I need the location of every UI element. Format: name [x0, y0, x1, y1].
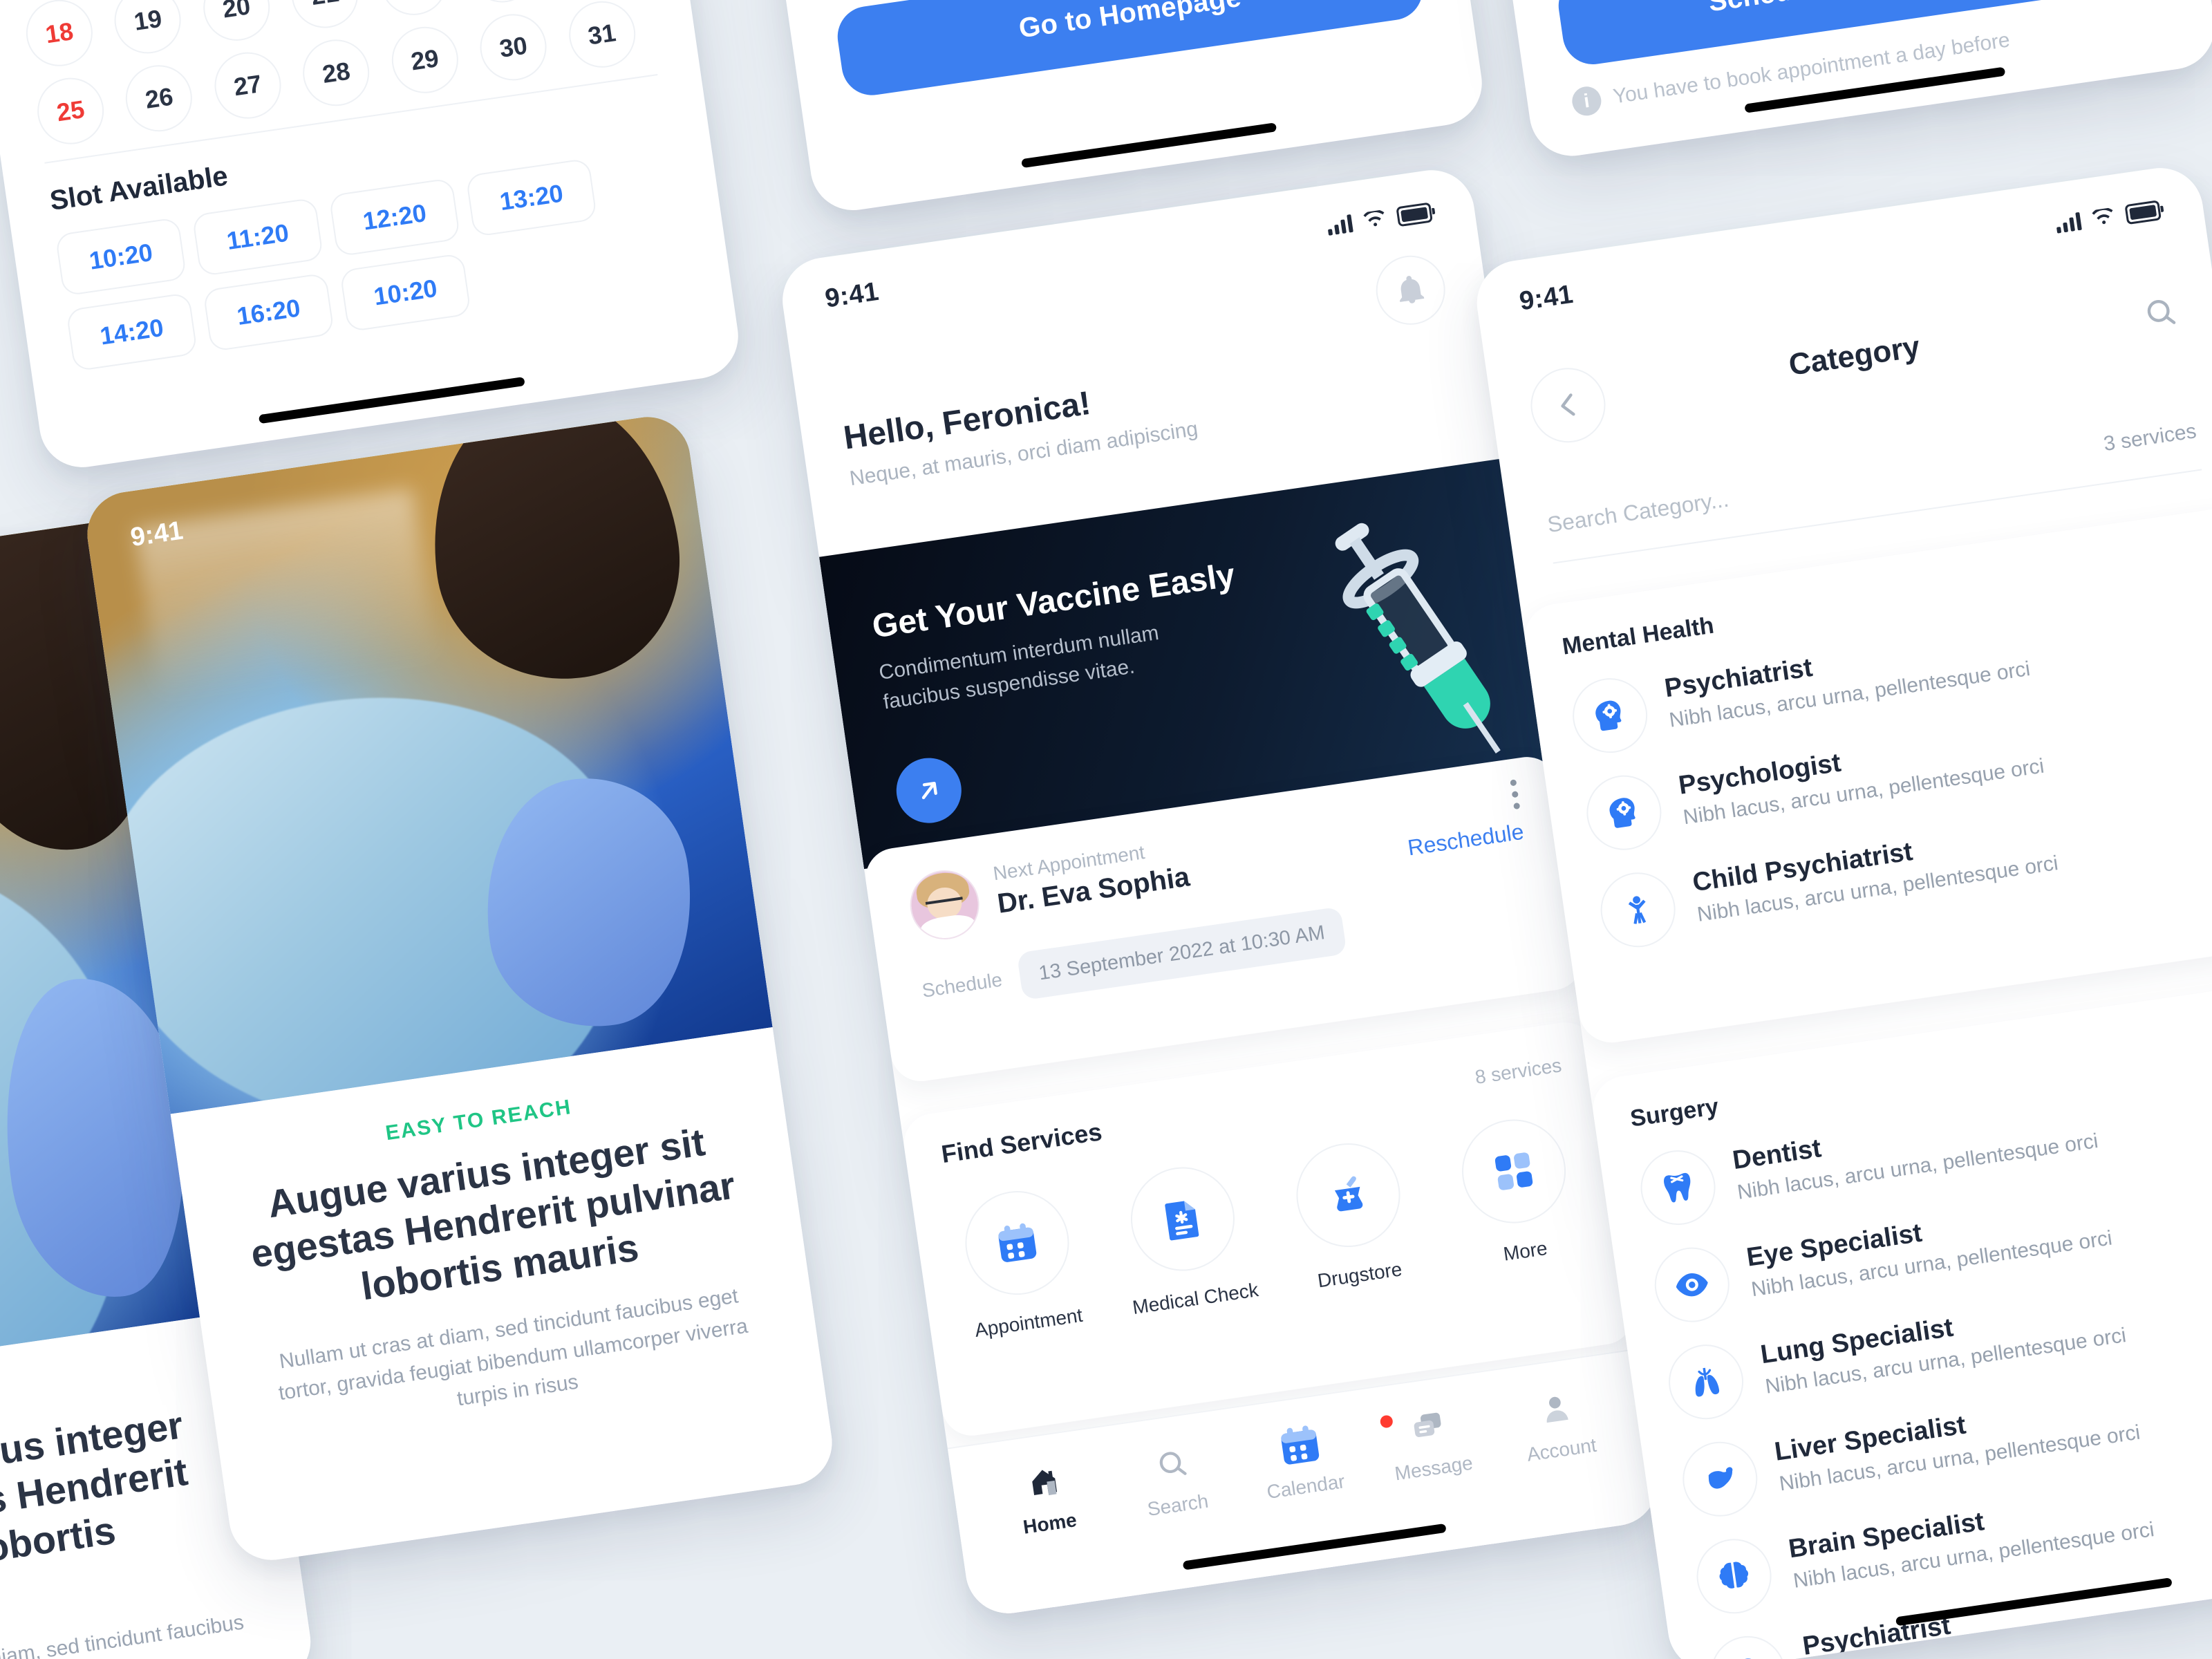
- time-slot[interactable]: 16:20: [203, 272, 335, 353]
- time-slot[interactable]: 12:20: [328, 177, 461, 257]
- calendar-day[interactable]: 21: [287, 0, 363, 32]
- tab-label: Search: [1145, 1490, 1210, 1520]
- calendar-day[interactable]: 26: [121, 60, 197, 136]
- reschedule-link[interactable]: Reschedule: [1406, 819, 1526, 861]
- unread-badge: [1379, 1414, 1394, 1429]
- search-input[interactable]: Search Category...: [1546, 486, 1730, 537]
- category-group-surgery: Surgery Dentist Nibh lacus, arcu urna, pe…: [1588, 976, 2212, 1659]
- tab-search[interactable]: Search: [1111, 1434, 1238, 1525]
- greeting-block: Hello, Feronica! Neque, at mauris, orci …: [841, 345, 1372, 494]
- wifi-icon: [1363, 209, 1385, 227]
- battery-icon: [2124, 199, 2162, 225]
- lungs-icon: [1663, 1340, 1749, 1425]
- banner-action-button[interactable]: [892, 753, 966, 827]
- calendar-icon: [1239, 1416, 1361, 1475]
- arrow-up-right-icon: [921, 781, 937, 800]
- bell-icon: [1400, 276, 1425, 303]
- document-medical-icon: [1124, 1160, 1241, 1278]
- calendar-day[interactable]: 25: [32, 73, 109, 149]
- head-gear-icon: [1567, 673, 1653, 758]
- service-count: 3 services: [2102, 420, 2198, 456]
- calendar-day[interactable]: 30: [476, 9, 552, 85]
- article-photo: 9:41: [82, 411, 773, 1114]
- tab-account[interactable]: Account: [1494, 1379, 1622, 1470]
- search-icon: [2147, 299, 2176, 324]
- tab-message[interactable]: Message: [1367, 1397, 1494, 1488]
- status-time: 9:41: [823, 276, 881, 313]
- service-label: Appointment: [973, 1304, 1085, 1341]
- go-to-homepage-button[interactable]: Go to Homepage: [833, 0, 1427, 100]
- battery-icon: [1396, 201, 1433, 227]
- time-slot[interactable]: 10:20: [339, 252, 472, 332]
- tab-label: Home: [1022, 1509, 1078, 1538]
- service-item[interactable]: Drugstore: [1280, 1135, 1423, 1295]
- calendar-day[interactable]: 19: [110, 0, 186, 58]
- calendar-day[interactable]: 22: [375, 0, 451, 20]
- phone-confirm-screen: Schedule Appointment i You have to book …: [1388, 0, 2212, 162]
- service-item[interactable]: Medical Check: [1114, 1159, 1260, 1319]
- phone-appointment-slots: 1819202122232425262728293031 Slot Availa…: [0, 0, 744, 474]
- calendar-day[interactable]: 31: [564, 0, 640, 73]
- status-time: 9:41: [1517, 279, 1575, 316]
- banner-title: Get Your Vaccine Easly: [870, 556, 1237, 646]
- photo-subject-head: [413, 411, 695, 696]
- tooth-icon: [1635, 1145, 1721, 1230]
- time-slot[interactable]: 11:20: [191, 197, 324, 277]
- brain-icon: [1691, 1534, 1777, 1619]
- eye-icon: [1649, 1242, 1734, 1327]
- service-label: More: [1501, 1237, 1549, 1265]
- avatar: [906, 865, 984, 944]
- article-subtitle: Nullam ut cras at diam, sed tincidunt fa…: [0, 1611, 245, 1659]
- status-icons: [1326, 201, 1433, 236]
- schedule-label: Schedule: [920, 968, 1004, 1002]
- wifi-icon: [2092, 207, 2113, 225]
- calendar-day[interactable]: 28: [299, 35, 374, 111]
- services-title: Find Services: [939, 1117, 1104, 1169]
- article-body: EASY TO REACH Augue varius integer sit e…: [170, 1027, 838, 1566]
- time-slot[interactable]: 10:20: [55, 217, 187, 297]
- home-icon: [983, 1452, 1105, 1512]
- message-icon: [1367, 1397, 1489, 1456]
- search-icon: [1111, 1434, 1233, 1494]
- grid-icon: [1455, 1112, 1573, 1230]
- search-button[interactable]: [2141, 292, 2180, 335]
- service-item[interactable]: Appointment: [948, 1183, 1092, 1343]
- category-item-list[interactable]: Dentist Nibh lacus, arcu urna, pellentesq…: [1635, 1062, 2212, 1659]
- tab-label: Account: [1525, 1434, 1598, 1465]
- tab-label: Message: [1393, 1452, 1474, 1485]
- signal-icon: [2055, 212, 2082, 234]
- head-gear-icon: [1582, 770, 1667, 855]
- liver-icon: [1678, 1436, 1763, 1521]
- service-label: Drugstore: [1316, 1258, 1404, 1292]
- account-icon: [1494, 1379, 1617, 1438]
- time-slot[interactable]: 14:20: [66, 292, 198, 372]
- time-slot[interactable]: 13:20: [465, 158, 598, 238]
- calendar-day[interactable]: 18: [21, 0, 97, 71]
- calendar-day[interactable]: 20: [198, 0, 274, 46]
- head-gear-icon: [1705, 1631, 1790, 1659]
- home-indicator: [258, 377, 525, 424]
- home-indicator: [1021, 122, 1277, 169]
- calendar-day[interactable]: 29: [387, 22, 462, 98]
- category-group-mental-health: Mental Health Psychiatrist Nibh lacus, ar…: [1520, 504, 2212, 1047]
- status-icons: [2054, 199, 2162, 234]
- tab-home[interactable]: Home: [983, 1452, 1110, 1543]
- services-count: 8 services: [1473, 1054, 1564, 1088]
- calendar-day[interactable]: 23: [465, 0, 540, 7]
- service-item[interactable]: More: [1445, 1111, 1588, 1271]
- mockup-stage: 1819202122232425262728293031 Slot Availa…: [0, 0, 2212, 1659]
- tab-calendar[interactable]: Calendar: [1239, 1416, 1366, 1506]
- tab-label: Calendar: [1265, 1470, 1347, 1503]
- signal-icon: [1327, 214, 1353, 236]
- calendar-icon: [958, 1184, 1076, 1302]
- notifications-button[interactable]: [1371, 251, 1450, 330]
- mortar-pestle-icon: [1289, 1136, 1407, 1254]
- calendar-day[interactable]: 27: [209, 48, 285, 124]
- child-icon: [1595, 868, 1680, 953]
- service-label: Medical Check: [1131, 1279, 1260, 1319]
- info-icon: i: [1570, 84, 1604, 118]
- slot-section: Slot Available 10:20 11:20 12:20 13:20 14:20…: [48, 98, 687, 372]
